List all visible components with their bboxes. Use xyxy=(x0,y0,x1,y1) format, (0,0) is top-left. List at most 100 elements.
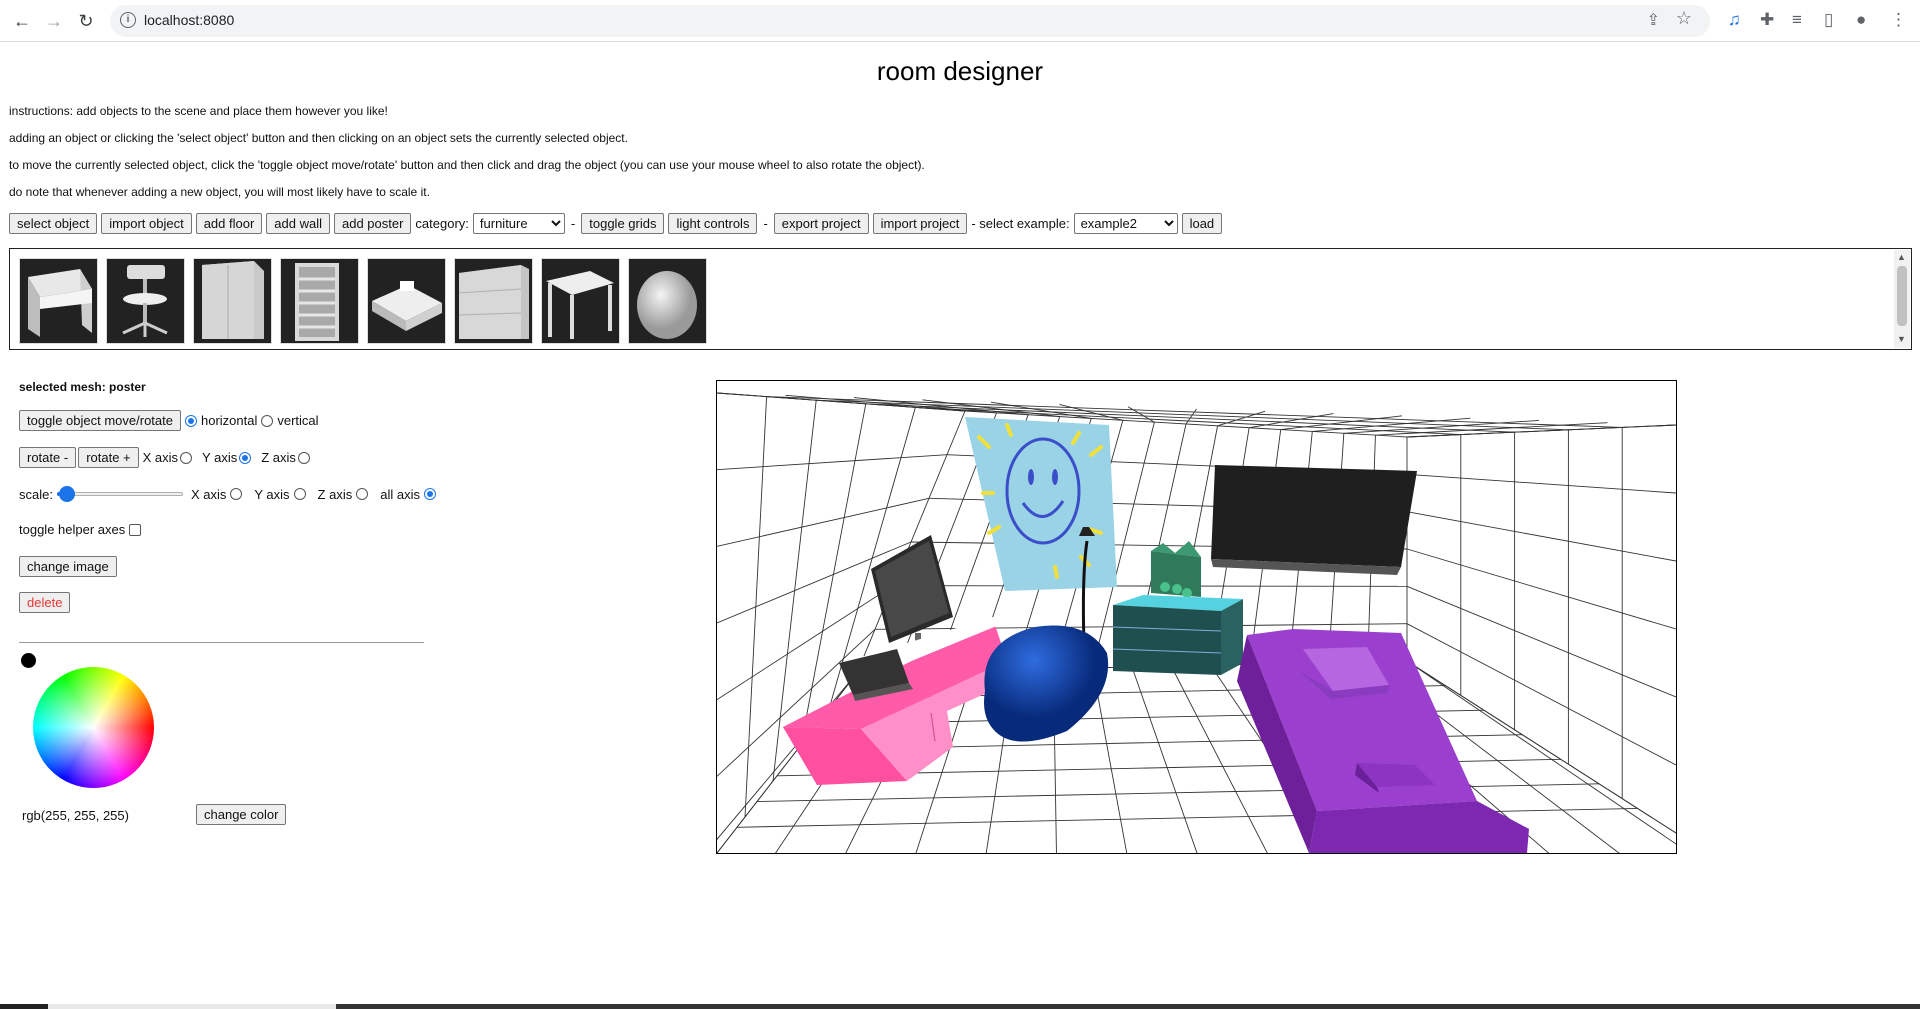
load-button[interactable]: load xyxy=(1181,212,1223,234)
vertical-radio[interactable] xyxy=(261,414,274,427)
separator: - xyxy=(570,215,576,231)
change-color-row: change color xyxy=(196,804,287,825)
room-render[interactable] xyxy=(717,381,1676,853)
import-project-button[interactable]: import project xyxy=(872,212,968,234)
scroll-up-icon[interactable]: ▲ xyxy=(1897,252,1906,262)
star-icon[interactable]: ☆ xyxy=(1676,8,1692,29)
palette-item-wardrobe[interactable] xyxy=(193,258,272,344)
helper-axes-label: toggle helper axes xyxy=(19,522,126,537)
scale-x-axis-radio[interactable] xyxy=(230,488,243,500)
puzzle-icon[interactable]: ✚ xyxy=(1760,10,1774,30)
divider xyxy=(19,642,424,643)
delete-row: delete xyxy=(19,592,71,613)
import-object-button[interactable]: import object xyxy=(101,212,192,234)
scale-all-axis-radio[interactable] xyxy=(423,488,436,500)
teal-dresser[interactable] xyxy=(1112,595,1243,675)
slider-knob[interactable] xyxy=(59,486,76,502)
category-select[interactable]: furniture xyxy=(472,212,565,234)
scroll-down-icon[interactable]: ▼ xyxy=(1897,334,1906,344)
select-example-label: - select example: xyxy=(971,215,1070,231)
address-bar[interactable]: i localhost:8080 ⇪ ☆ xyxy=(110,5,1710,37)
slider-track xyxy=(56,492,183,496)
palette-scrollbar[interactable]: ▲ ▼ xyxy=(1894,250,1910,348)
instruction-line: do note that whenever adding a new objec… xyxy=(9,185,430,199)
palette-item-bookshelf[interactable] xyxy=(280,258,359,344)
horizontal-label: horizontal xyxy=(200,413,258,428)
selected-mesh-label: selected mesh: poster xyxy=(19,380,146,394)
instruction-line: instructions: add objects to the scene a… xyxy=(9,104,388,118)
room-3d-viewport[interactable] xyxy=(716,380,1677,854)
rotate-z-axis-radio[interactable] xyxy=(297,451,310,464)
extension-icon[interactable]: ♫ xyxy=(1728,10,1741,30)
scrollbar-segment xyxy=(336,1004,1920,1009)
back-arrow-icon[interactable]: ← xyxy=(8,8,36,34)
media-icon[interactable]: ≡ xyxy=(1792,10,1802,30)
example-select[interactable]: example2 xyxy=(1073,212,1178,234)
url-text[interactable]: localhost:8080 xyxy=(144,12,234,28)
rotate-x-axis-radio[interactable] xyxy=(180,451,193,464)
share-icon[interactable]: ⇪ xyxy=(1647,10,1660,30)
rotate-plus-button[interactable]: rotate + xyxy=(78,447,139,468)
green-plant[interactable] xyxy=(1151,541,1201,598)
y-axis-label: Y axis xyxy=(202,450,238,465)
helper-axes-checkbox[interactable] xyxy=(129,523,142,536)
scale-label: scale: xyxy=(19,486,53,502)
move-rotate-row: toggle object move/rotate horizontal ver… xyxy=(19,410,319,431)
info-icon[interactable]: i xyxy=(120,12,136,28)
palette-item-office-chair[interactable] xyxy=(106,258,185,344)
scale-y-axis-radio[interactable] xyxy=(293,488,306,500)
palette-item-sink-counter[interactable] xyxy=(367,258,446,344)
z-axis-label: Z axis xyxy=(261,450,296,465)
rotate-row: rotate - rotate + X axis Y axis Z axis xyxy=(19,447,310,468)
helper-axes-row: toggle helper axes xyxy=(19,522,142,537)
add-poster-button[interactable]: add poster xyxy=(333,212,412,234)
menu-icon[interactable]: ⋮ xyxy=(1890,10,1907,30)
z-axis-label: Z axis xyxy=(317,486,353,502)
palette-item-desk[interactable] xyxy=(19,258,98,344)
browser-toolbar: ← → ↻ i localhost:8080 ⇪ ☆ ♫ ✚ ≡ ▯ ● ⋮ xyxy=(0,0,1920,42)
separator: - xyxy=(763,215,768,231)
rotate-minus-button[interactable]: rotate - xyxy=(19,447,77,468)
scale-z-axis-radio[interactable] xyxy=(356,488,369,500)
main-toolbar: select object import object add floor ad… xyxy=(9,212,1223,234)
reload-icon[interactable]: ↻ xyxy=(72,8,100,34)
add-floor-button[interactable]: add floor xyxy=(195,212,263,234)
toggle-grids-button[interactable]: toggle grids xyxy=(581,212,665,234)
color-wheel[interactable] xyxy=(33,667,154,788)
side-panel-icon[interactable]: ▯ xyxy=(1824,10,1833,30)
light-controls-button[interactable]: light controls xyxy=(668,212,758,234)
scrollbar-segment xyxy=(0,1004,48,1009)
x-axis-label: X axis xyxy=(190,486,227,502)
purple-bed[interactable] xyxy=(1237,629,1529,853)
scale-slider[interactable] xyxy=(56,486,183,502)
palette-item-dresser[interactable] xyxy=(454,258,533,344)
scrollbar-thumb[interactable] xyxy=(1897,266,1907,326)
change-color-button[interactable]: change color xyxy=(196,804,287,825)
tv[interactable] xyxy=(1211,465,1417,575)
rotate-y-axis-radio[interactable] xyxy=(239,451,252,464)
instruction-line: adding an object or clicking the 'select… xyxy=(9,131,628,145)
object-palette: ▲ ▼ xyxy=(9,248,1912,350)
add-wall-button[interactable]: add wall xyxy=(266,212,330,234)
y-axis-label: Y axis xyxy=(254,486,290,502)
delete-button[interactable]: delete xyxy=(19,592,71,613)
horizontal-scrollbar[interactable] xyxy=(0,1004,1920,1009)
vertical-label: vertical xyxy=(277,413,319,428)
toggle-move-rotate-button[interactable]: toggle object move/rotate xyxy=(19,410,181,431)
select-object-button[interactable]: select object xyxy=(9,212,98,234)
export-project-button[interactable]: export project xyxy=(773,212,869,234)
smiley-poster[interactable] xyxy=(965,417,1117,591)
change-image-button[interactable]: change image xyxy=(19,556,117,577)
scale-row: scale: X axis Y axis Z axis all axis xyxy=(19,486,436,502)
blue-bean-bag[interactable] xyxy=(984,625,1109,742)
pink-desk[interactable] xyxy=(783,617,1013,785)
x-axis-label: X axis xyxy=(142,450,179,465)
color-indicator-dot[interactable] xyxy=(21,653,36,668)
rgb-value: rgb(255, 255, 255) xyxy=(22,808,129,823)
horizontal-radio[interactable] xyxy=(184,414,197,427)
palette-item-bean-bag[interactable] xyxy=(628,258,707,344)
page-title: room designer xyxy=(876,56,1044,86)
profile-icon[interactable]: ● xyxy=(1856,10,1866,30)
palette-item-table[interactable] xyxy=(541,258,620,344)
forward-arrow-icon[interactable]: → xyxy=(40,8,68,34)
